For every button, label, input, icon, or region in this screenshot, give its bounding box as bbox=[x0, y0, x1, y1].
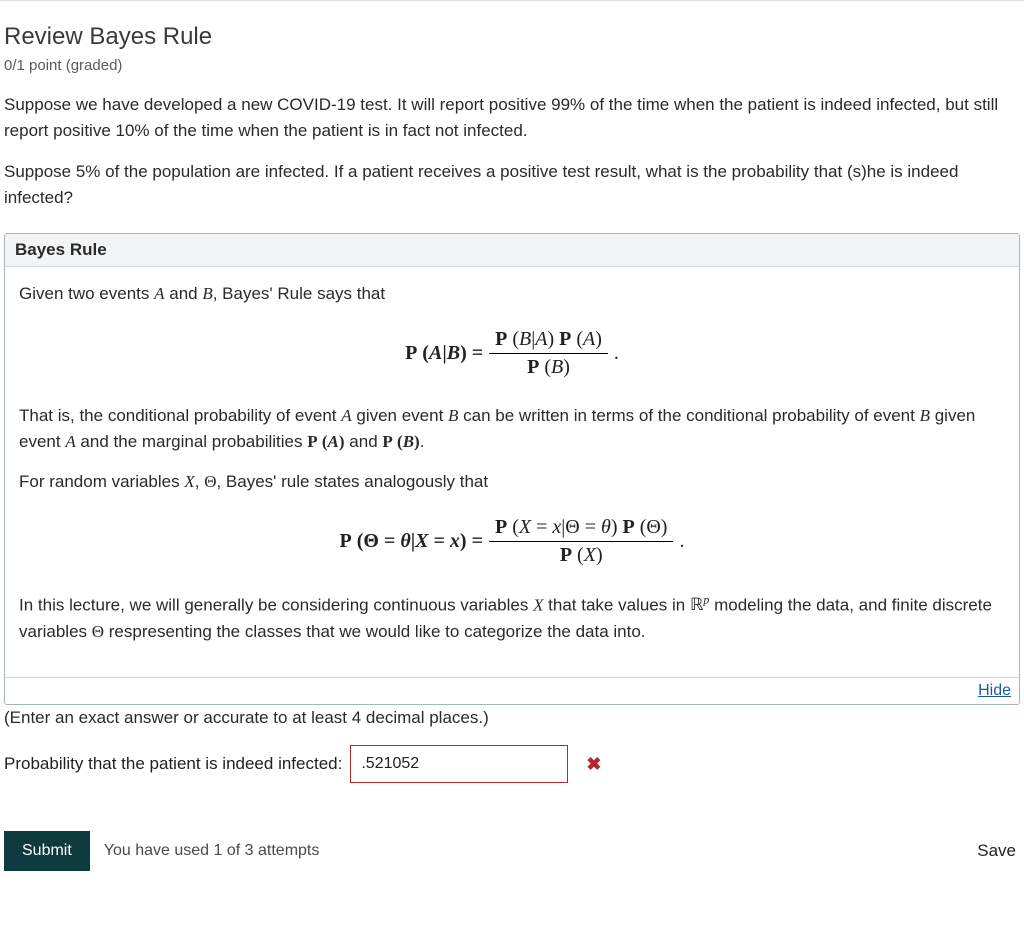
eq2-fraction: P (X = x|Θ = θ) P (Θ) P (X) bbox=[489, 516, 674, 567]
answer-instructions: (Enter an exact answer or accurate to at… bbox=[4, 705, 1020, 731]
eq1-lhs: P (A|B) = bbox=[405, 342, 483, 365]
attempts-text: You have used 1 of 3 attempts bbox=[104, 842, 320, 860]
problem-paragraph-2: Suppose 5% of the population are infecte… bbox=[4, 159, 1020, 212]
bottom-bar: Submit You have used 1 of 3 attempts Sav… bbox=[4, 831, 1020, 871]
submit-button[interactable]: Submit bbox=[4, 831, 90, 871]
problem-container: Review Bayes Rule 0/1 point (graded) Sup… bbox=[0, 0, 1024, 891]
answer-input[interactable] bbox=[350, 745, 568, 783]
equation-bayes-theta: P (Θ = θ|X = x) = P (X = x|Θ = θ) P (Θ) … bbox=[19, 516, 1005, 567]
answer-line: Probability that the patient is indeed i… bbox=[4, 745, 1020, 783]
hint-paragraph-3: For random variables X, Θ, Bayes' rule s… bbox=[19, 469, 1005, 495]
eq1-fraction: P (B|A) P (A) P (B) bbox=[489, 328, 608, 379]
problem-title: Review Bayes Rule bbox=[4, 23, 1020, 51]
equation-bayes-ab: P (A|B) = P (B|A) P (A) P (B) . bbox=[19, 328, 1005, 379]
hint-header: Bayes Rule bbox=[5, 234, 1019, 267]
hint-paragraph-1: Given two events A and B, Bayes' Rule sa… bbox=[19, 281, 1005, 307]
math-real-p: ℝp bbox=[690, 595, 709, 614]
math-var-B: B bbox=[202, 284, 212, 303]
answer-label: Probability that the patient is indeed i… bbox=[4, 754, 342, 774]
hint-footer: Hide bbox=[5, 677, 1019, 704]
hint-paragraph-2: That is, the conditional probability of … bbox=[19, 403, 1005, 456]
bottom-left: Submit You have used 1 of 3 attempts bbox=[4, 831, 319, 871]
hint-body: Given two events A and B, Bayes' Rule sa… bbox=[5, 267, 1019, 677]
hint-card: Bayes Rule Given two events A and B, Bay… bbox=[4, 233, 1020, 705]
incorrect-icon: ✖ bbox=[586, 754, 601, 775]
math-var-A: A bbox=[154, 284, 164, 303]
hint-paragraph-4: In this lecture, we will generally be co… bbox=[19, 591, 1005, 645]
hide-link[interactable]: Hide bbox=[978, 682, 1011, 699]
eq2-lhs: P (Θ = θ|X = x) = bbox=[340, 530, 483, 553]
save-button[interactable]: Save bbox=[973, 835, 1020, 867]
problem-paragraph-1: Suppose we have developed a new COVID-19… bbox=[4, 92, 1020, 145]
points-graded: 0/1 point (graded) bbox=[4, 57, 1020, 74]
